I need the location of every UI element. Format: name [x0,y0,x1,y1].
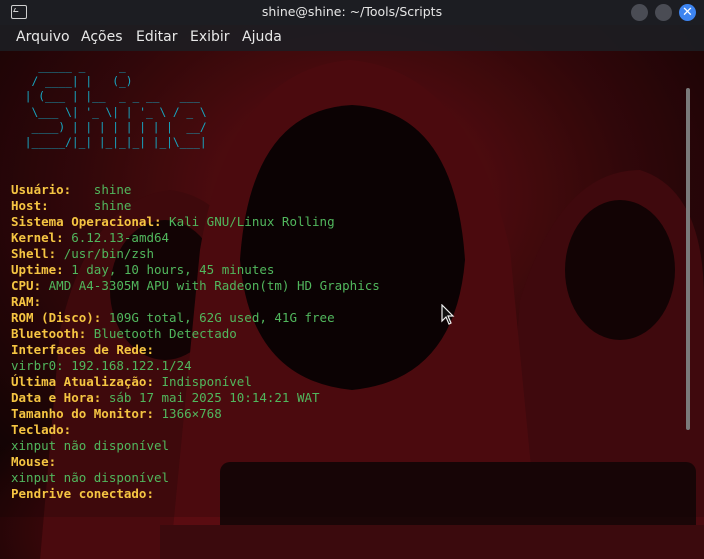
info-value: /usr/bin/zsh [63,246,154,261]
info-row: xinput não disponível [11,438,169,454]
info-key: Mouse: [11,454,57,469]
info-separator [101,390,109,405]
info-value: xinput não disponível [11,470,170,485]
info-key: Shell: [11,246,57,261]
window-title: shine@shine: ~/Tools/Scripts [261,4,443,19]
info-key: Kernel: [11,230,64,245]
info-separator [49,198,94,213]
info-key: Pendrive conectado: [11,486,154,501]
info-separator [41,278,49,293]
info-row: Kernel: 6.12.13-amd64 [11,230,169,246]
info-row: virbr0: 192.168.122.1/24 [11,358,192,374]
menu-bar: Arquivo Ações Editar Exibir Ajuda [0,25,704,51]
info-key: Sistema Operacional: [11,214,162,229]
maximize-icon[interactable] [655,4,672,21]
info-row: RAM: [11,294,41,310]
menu-editar[interactable]: Editar [136,29,177,45]
info-row: Interfaces de Rede: [11,342,154,358]
info-separator [162,214,170,229]
info-value: virbr0: 192.168.122.1/24 [11,358,192,373]
terminal-output[interactable]: _____ _ _ / ____| | (_) | (___ | |__ _ _… [0,51,704,517]
info-row: Host: shine [11,198,131,214]
info-key: Teclado: [11,422,72,437]
terminal-scrollbar[interactable] [686,88,690,430]
close-icon[interactable]: ✕ [679,4,696,21]
info-key: Última Atualização: [11,374,154,389]
mouse-pointer-icon [441,304,455,325]
info-value: Bluetooth Detectado [93,326,237,341]
ascii-logo: _____ _ _ / ____| | (_) | (___ | |__ _ _… [24,60,207,150]
menu-arquivo[interactable]: Arquivo [16,29,70,45]
info-row: Uptime: 1 day, 10 hours, 45 minutes [11,262,274,278]
info-key: Uptime: [11,262,64,277]
info-row: Mouse: [11,454,56,470]
info-key: Bluetooth: [11,326,87,341]
info-key: Host: [11,198,49,213]
info-separator [56,246,64,261]
info-value: Indisponível [161,374,252,389]
info-row: Data e Hora: sáb 17 mai 2025 10:14:21 WA… [11,390,320,406]
info-key: RAM: [11,294,42,309]
info-value: shine [93,182,132,197]
info-row: Sistema Operacional: Kali GNU/Linux Roll… [11,214,335,230]
info-separator [101,310,109,325]
info-value: Kali GNU/Linux Rolling [169,214,335,229]
info-row: Shell: /usr/bin/zsh [11,246,154,262]
info-value: sáb 17 mai 2025 10:14:21 WAT [108,390,320,405]
info-separator [154,374,162,389]
menu-ajuda[interactable]: Ajuda [242,29,282,45]
info-key: ROM (Disco): [11,310,102,325]
info-separator [86,326,94,341]
info-key: CPU: [11,278,42,293]
info-row: Teclado: [11,422,71,438]
info-key: Data e Hora: [11,390,102,405]
info-value: AMD A4-3305M APU with Radeon(tm) HD Grap… [48,278,380,293]
menu-exibir[interactable]: Exibir [190,29,230,45]
info-separator [154,406,162,421]
minimize-icon[interactable] [631,4,648,21]
info-row: xinput não disponível [11,470,169,486]
info-separator [71,182,94,197]
info-value: xinput não disponível [11,438,170,453]
info-row: Bluetooth: Bluetooth Detectado [11,326,237,342]
info-value: 1 day, 10 hours, 45 minutes [71,262,275,277]
info-key: Interfaces de Rede: [11,342,154,357]
info-key: Tamanho do Monitor: [11,406,154,421]
info-row: Pendrive conectado: [11,486,154,502]
info-value: shine [93,198,132,213]
info-value: 6.12.13-amd64 [71,230,170,245]
title-bar: shine@shine: ~/Tools/Scripts ✕ [0,0,704,25]
info-row: Última Atualização: Indisponível [11,374,252,390]
info-row: Tamanho do Monitor: 1366×768 [11,406,222,422]
info-key: Usuário: [11,182,72,197]
info-value: 1366×768 [161,406,222,421]
info-row: Usuário: shine [11,182,131,198]
info-row: ROM (Disco): 109G total, 62G used, 41G f… [11,310,335,326]
menu-acoes[interactable]: Ações [81,29,123,45]
info-value: 109G total, 62G used, 41G free [108,310,335,325]
info-row: CPU: AMD A4-3305M APU with Radeon(tm) HD… [11,278,380,294]
